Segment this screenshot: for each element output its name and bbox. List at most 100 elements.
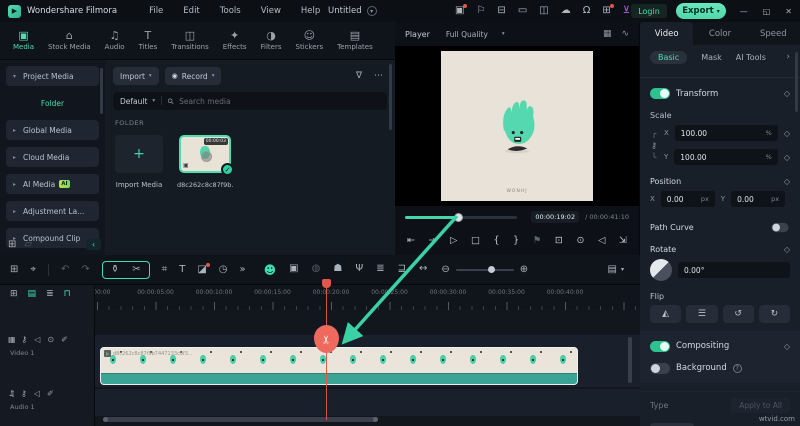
keyframe-icon[interactable]: ◇ [784,177,790,186]
more-icon[interactable]: ⋯ [374,71,383,81]
sidebar-scrollbar[interactable] [100,68,103,114]
menu-item[interactable]: Help [301,6,320,16]
flip-horizontal-icon[interactable]: ◭ [650,305,682,323]
collapse-sidebar-button[interactable]: ‹ [86,238,101,250]
properties-scrollbar[interactable] [795,52,798,112]
rotate-input[interactable]: 0.00° [678,262,790,278]
wand-icon[interactable]: ✐ [47,389,54,398]
cart-icon[interactable]: ⊻ [623,6,630,16]
rotate-dial[interactable] [650,259,672,281]
sidebar-item-project-media[interactable]: ▾ Project Media [6,66,99,86]
video-track-icon[interactable]: ▦1 [8,335,16,344]
timeline-zoom-slider[interactable] [455,265,514,273]
lock-icon[interactable]: ⚷ [21,335,27,344]
prev-frame-icon[interactable]: ⇤ [407,235,415,246]
add-track-icon[interactable]: ⊞ [10,289,18,299]
seek-handle[interactable] [454,212,464,222]
seek-bar[interactable] [405,212,517,222]
export-clip-icon[interactable]: ⊒ [398,263,406,276]
preview-canvas[interactable]: WONHJ [441,51,593,201]
new-folder-icon[interactable]: ⊞ [8,239,16,250]
scale-y-input[interactable]: 100.00 % [674,149,778,165]
sidebar-item-folder[interactable]: Folder [6,93,99,113]
keyframe-icon[interactable]: ◇ [784,89,790,98]
mute-icon[interactable]: ◁ [34,389,40,398]
scale-x-input[interactable]: 100.00 % [674,125,778,141]
sidebar-item-cloud-media[interactable]: ▸ Cloud Media [6,147,99,167]
zoom-slider-handle[interactable] [487,265,495,273]
project-caret-icon[interactable]: ▾ [366,6,377,16]
tab-templates[interactable]: ▤ Templates [330,30,380,51]
adjustment-icon[interactable]: ▤ [28,289,37,299]
voiceover-mic-icon[interactable]: Ψ [355,263,363,276]
tab-color[interactable]: Color [693,22,746,45]
megaphone-icon[interactable]: ⚐ [476,6,485,16]
effects-shield-icon[interactable]: ☗ [333,263,342,276]
timeline-clip[interactable]: ▷ d8c262c8c87f9b7447133c8f3... [100,347,578,385]
import-dropdown[interactable]: Import ▾ [113,67,159,85]
tab-media[interactable]: ▣ Media [6,30,41,51]
tab-filters[interactable]: ◑ Filters [254,30,289,51]
sidebar-item-global-media[interactable]: ▸ Global Media [6,120,99,140]
search-bar[interactable]: Default ▾ | ⚲ Search media [113,92,387,110]
menu-item[interactable]: File [149,6,163,16]
fullscreen-icon[interactable]: ⇲ [619,235,627,246]
delete-icon[interactable]: ⚱ [111,264,119,275]
folder-icon[interactable]: ▱ [24,239,32,250]
subtab-basic[interactable]: Basic [650,50,688,64]
mute-icon[interactable]: ◁ [34,335,40,344]
help-icon[interactable]: ? [732,363,742,373]
compositing-toggle[interactable] [650,340,670,352]
media-clip-tile[interactable]: 00:00:03 ▣ ✓ [179,135,234,176]
tab-stickers[interactable]: ☺ Stickers [289,30,331,51]
speed-tool-icon[interactable]: ◷ [219,264,228,275]
chevron-down-icon[interactable]: ▾ [621,266,624,273]
tab-transitions[interactable]: ◫ Transitions [164,30,216,51]
position-x-input[interactable]: 0.00 px [660,191,715,207]
layout-grid-icon[interactable]: ⊞ [10,264,18,275]
menu-item[interactable]: Edit [183,6,199,16]
layers-icon[interactable]: ≣ [46,289,54,299]
export-device-icon[interactable]: ⊟ [497,6,505,16]
render-preview-icon[interactable]: ◍ [312,263,321,276]
horizontal-scrollbar[interactable] [103,417,378,422]
path-curve-toggle[interactable] [771,222,789,232]
scope-icon[interactable]: ∿ [621,29,629,39]
crop-icon[interactable]: ⌗ [162,264,168,275]
zoom-in-icon[interactable]: ⊕ [520,264,528,275]
screen-record-icon[interactable]: ▣ [289,263,298,276]
more-tools-icon[interactable]: » [240,264,246,275]
media-scrollbar[interactable] [389,64,392,130]
next-frame-icon[interactable]: ⇥ [429,235,437,246]
keyframe-icon[interactable]: ◇ [784,153,790,162]
transform-toggle[interactable] [650,88,670,99]
export-button[interactable]: Export ▾ [676,3,726,19]
rotate-ccw-icon[interactable]: ↺ [722,305,754,323]
apply-to-all-button[interactable]: Apply to All [731,398,790,413]
record-dropdown[interactable]: ◉ Record ▾ [164,67,222,85]
display-icon[interactable]: ⊡ [555,235,563,246]
flip-vertical-icon[interactable]: ☰ [686,305,718,323]
volume-icon[interactable]: ◁ [598,235,605,246]
time-ruler[interactable]: 00:00:00 00:00:05:00 00:00:10:00 00:00:15:0… [95,285,640,310]
position-y-input[interactable]: 0.00 px [731,191,786,207]
timeline-vertical-scrollbar[interactable] [628,337,632,383]
keyframe-icon[interactable]: ◇ [784,129,790,138]
mark-out-icon[interactable]: } [513,235,519,246]
keyframe-icon[interactable]: ◇ [784,245,790,254]
mark-in-icon[interactable]: { [494,235,500,246]
text-tool-icon[interactable]: T [179,264,185,275]
undo-icon[interactable]: ↶ [61,264,69,275]
redo-icon[interactable]: ↷ [81,264,89,275]
keyframe-icon[interactable]: ◇ [784,342,790,351]
tab-audio[interactable]: ♫ Audio [98,30,132,51]
stop-icon[interactable]: □ [471,235,480,246]
quality-dropdown[interactable]: Full Quality ▾ [446,30,505,39]
rotate-cw-icon[interactable]: ↻ [758,305,790,323]
chevron-right-icon[interactable]: › [786,52,790,62]
lock-icon[interactable]: ⚷ [21,389,27,398]
split-icon[interactable]: ✂ [132,264,140,275]
select-tool-icon[interactable]: ⌖ [30,264,36,275]
wand-icon[interactable]: ✐ [61,335,68,344]
zoom-out-icon[interactable]: ⊖ [441,264,449,275]
